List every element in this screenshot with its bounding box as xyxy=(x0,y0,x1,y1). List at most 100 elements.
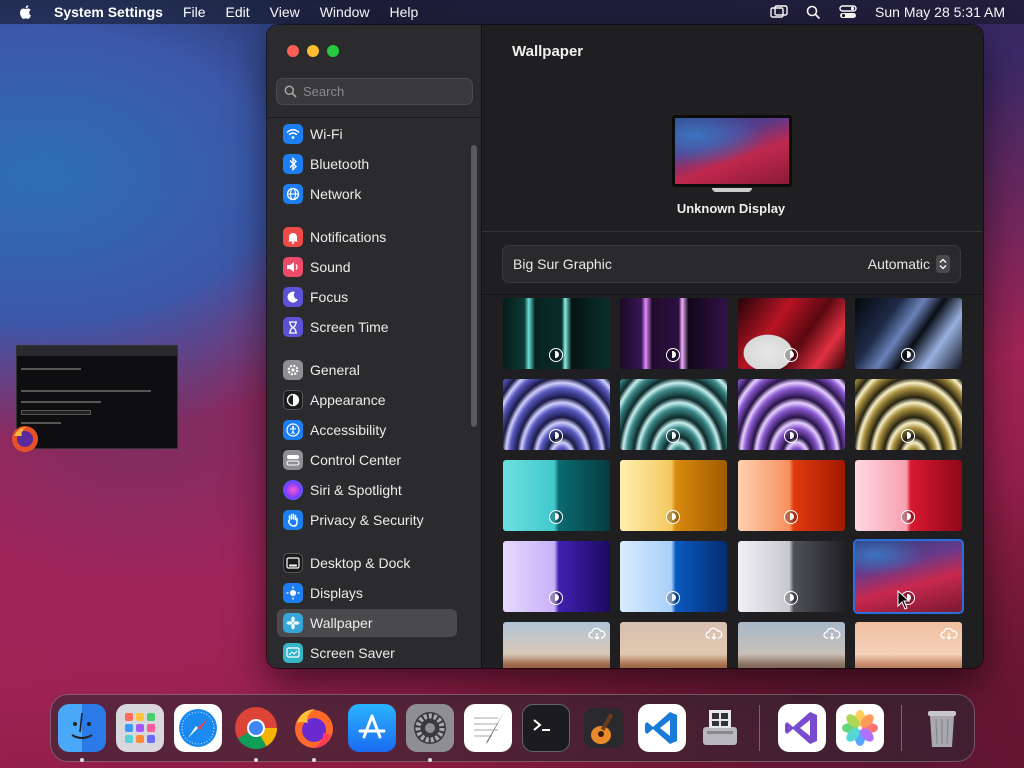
wallpaper-thumbnail[interactable] xyxy=(855,460,962,531)
sidebar-item-appearance[interactable]: Appearance xyxy=(277,386,457,414)
dock-firefox-icon[interactable] xyxy=(290,704,338,752)
menu-file[interactable]: File xyxy=(183,4,206,20)
screen-mirroring-icon[interactable] xyxy=(770,5,788,19)
dock-safari-icon[interactable] xyxy=(174,704,222,752)
dock-app-store-icon[interactable] xyxy=(348,704,396,752)
wallpaper-thumbnail[interactable] xyxy=(738,298,845,369)
appearance-mode-popup[interactable]: Automatic xyxy=(868,255,950,273)
sidebar-item-wifi[interactable]: Wi-Fi xyxy=(277,120,457,148)
wallpaper-thumbnail[interactable] xyxy=(855,298,962,369)
sidebar-item-focus[interactable]: Focus xyxy=(277,283,457,311)
wallpaper-thumbnail[interactable] xyxy=(620,622,727,668)
sidebar-item-sound[interactable]: Sound xyxy=(277,253,457,281)
dock-system-settings-icon[interactable] xyxy=(406,704,454,752)
dock-launchpad-icon[interactable] xyxy=(116,704,164,752)
display-preview xyxy=(672,115,792,195)
wallpaper-thumbnail[interactable] xyxy=(503,622,610,668)
wallpaper-selector-row: Big Sur Graphic Automatic xyxy=(502,245,961,283)
wallpaper-thumbnail[interactable] xyxy=(620,298,727,369)
zoom-window-button[interactable] xyxy=(327,45,339,57)
minimize-window-button[interactable] xyxy=(307,45,319,57)
wallpaper-thumbnail[interactable] xyxy=(738,379,845,450)
dock-trash-icon[interactable] xyxy=(918,704,966,752)
sidebar-item-label: Displays xyxy=(310,585,363,601)
menu-view[interactable]: View xyxy=(270,4,300,20)
sidebar-item-wallpaper[interactable]: Wallpaper xyxy=(277,609,457,637)
dock-photos-icon[interactable] xyxy=(836,704,884,752)
speaker-icon xyxy=(283,257,303,277)
sidebar-item-label: Accessibility xyxy=(310,422,387,438)
sidebar-item-network[interactable]: Network xyxy=(277,180,457,208)
spotlight-search-icon[interactable] xyxy=(806,5,821,20)
sidebar-item-label: Sound xyxy=(310,259,351,275)
hourglass-icon xyxy=(283,317,303,337)
wifi-icon xyxy=(283,124,303,144)
apple-menu-icon[interactable] xyxy=(18,4,34,20)
dock-boot-camp-icon[interactable] xyxy=(696,704,744,752)
wallpaper-thumbnail[interactable] xyxy=(620,541,727,612)
cloud-download-icon xyxy=(588,627,606,640)
menu-help[interactable]: Help xyxy=(390,4,419,20)
desktop-dock-icon xyxy=(283,553,303,573)
wallpaper-thumbnail[interactable] xyxy=(503,460,610,531)
wallpaper-thumbnail[interactable] xyxy=(738,460,845,531)
dock-vscode-icon[interactable] xyxy=(638,704,686,752)
wallpaper-thumbnail[interactable] xyxy=(503,541,610,612)
dock-chrome-icon[interactable] xyxy=(232,704,280,752)
sidebar-item-bluetooth[interactable]: Bluetooth xyxy=(277,150,457,178)
sidebar-list: Wi-Fi Bluetooth Network Notifications So… xyxy=(267,117,482,668)
sidebar-item-screen-saver[interactable]: Screen Saver xyxy=(277,639,457,667)
control-center-icon[interactable] xyxy=(839,5,857,19)
dock-finder-icon[interactable] xyxy=(58,704,106,752)
wallpaper-thumbnail[interactable] xyxy=(738,622,845,668)
sidebar-item-desktop-dock[interactable]: Desktop & Dock xyxy=(277,549,457,577)
wallpaper-thumbnail[interactable] xyxy=(855,622,962,668)
menu-app-name[interactable]: System Settings xyxy=(54,4,163,20)
mouse-cursor-icon xyxy=(897,590,911,610)
control-center-icon xyxy=(283,450,303,470)
desktop-browser-window-thumbnail[interactable] xyxy=(16,345,178,449)
dock-terminal-icon[interactable] xyxy=(522,704,570,752)
sidebar-item-accessibility[interactable]: Accessibility xyxy=(277,416,457,444)
wallpaper-thumbnail[interactable] xyxy=(620,460,727,531)
sidebar-item-label: Network xyxy=(310,186,362,202)
menu-edit[interactable]: Edit xyxy=(226,4,250,20)
sidebar-item-notifications[interactable]: Notifications xyxy=(277,223,457,251)
sidebar-item-general[interactable]: General xyxy=(277,356,457,384)
search-input[interactable] xyxy=(303,84,463,99)
cloud-download-icon xyxy=(940,627,958,640)
sidebar: Wi-Fi Bluetooth Network Notifications xyxy=(267,25,482,668)
wallpaper-thumbnail[interactable] xyxy=(503,298,610,369)
wallpaper-thumbnail[interactable] xyxy=(855,379,962,450)
sidebar-item-displays[interactable]: Displays xyxy=(277,579,457,607)
wallpaper-thumbnail[interactable] xyxy=(738,541,845,612)
firefox-badge-icon xyxy=(12,426,38,452)
sidebar-item-label: Screen Time xyxy=(310,319,389,335)
wallpaper-pane: Wallpaper Unknown Display Big Sur Graphi… xyxy=(482,25,983,668)
sidebar-item-label: Privacy & Security xyxy=(310,512,424,528)
appearance-mode-value: Automatic xyxy=(867,256,930,272)
hand-icon xyxy=(283,510,303,530)
bluetooth-icon xyxy=(283,154,303,174)
sidebar-item-label: Notifications xyxy=(310,229,387,245)
dock-visual-studio-icon[interactable] xyxy=(778,704,826,752)
wallpaper-thumbnail[interactable] xyxy=(620,379,727,450)
sidebar-item-label: Bluetooth xyxy=(310,156,370,172)
sidebar-scrollbar[interactable] xyxy=(471,145,477,427)
sidebar-item-screen-time[interactable]: Screen Time xyxy=(277,313,457,341)
dock-garageband-icon[interactable] xyxy=(580,704,628,752)
dock-textedit-icon[interactable] xyxy=(464,704,512,752)
siri-icon xyxy=(283,480,303,500)
menu-window[interactable]: Window xyxy=(320,4,370,20)
close-window-button[interactable] xyxy=(287,45,299,57)
window-controls xyxy=(287,45,339,57)
sidebar-item-label: Wallpaper xyxy=(310,615,373,631)
sidebar-item-control-center[interactable]: Control Center xyxy=(277,446,457,474)
bell-icon xyxy=(283,227,303,247)
menubar-clock[interactable]: Sun May 28 5:31 AM xyxy=(875,4,1005,20)
sidebar-item-privacy-security[interactable]: Privacy & Security xyxy=(277,506,457,534)
screen-saver-icon xyxy=(283,643,303,663)
wallpaper-thumbnail[interactable] xyxy=(503,379,610,450)
sidebar-item-siri-spotlight[interactable]: Siri & Spotlight xyxy=(277,476,457,504)
search-field[interactable] xyxy=(276,78,473,105)
